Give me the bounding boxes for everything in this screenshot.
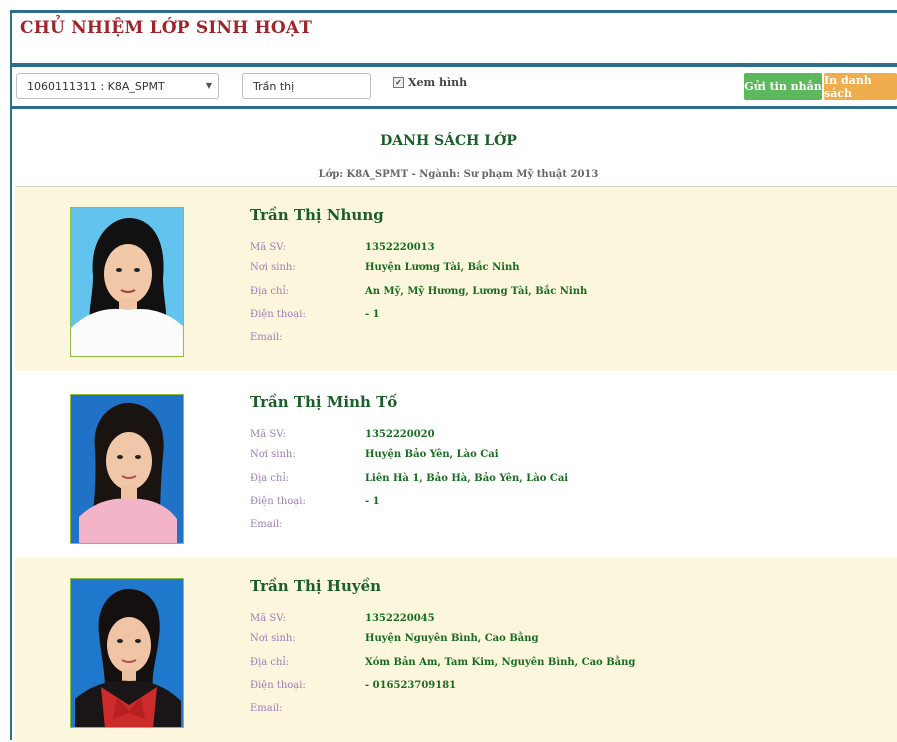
- student-name: Trần Thị Huyền: [250, 577, 382, 595]
- email-label: Email:: [250, 703, 283, 714]
- birthplace-value: Huyện Nguyên Bình, Cao Bằng: [365, 633, 539, 644]
- address-label: Địa chỉ:: [250, 286, 290, 297]
- student-card: Trần Thị Nhung Mã SV: 1352220013 Nơi sin…: [15, 187, 897, 371]
- phone-value: - 1: [365, 309, 380, 320]
- search-input-value: Trần thị: [253, 80, 295, 93]
- list-title: DANH SÁCH LỚP: [380, 133, 517, 149]
- address-value: Liên Hà 1, Bảo Hà, Bảo Yên, Lào Cai: [365, 473, 569, 484]
- birthplace-value: Huyện Bảo Yên, Lào Cai: [365, 449, 499, 460]
- birthplace-label: Nơi sinh:: [250, 262, 296, 273]
- phone-label: Điện thoại:: [250, 680, 306, 691]
- search-input[interactable]: Trần thị: [242, 73, 371, 99]
- address-label: Địa chỉ:: [250, 473, 290, 484]
- student-photo: [70, 207, 184, 357]
- class-select-value: 1060111311 : K8A_SPMT: [27, 80, 165, 93]
- show-photo-label: Xem hình: [408, 76, 468, 89]
- send-message-button[interactable]: Gửi tin nhắn: [744, 73, 822, 100]
- email-label: Email:: [250, 519, 283, 530]
- student-id-label: Mã SV:: [250, 613, 286, 624]
- chevron-down-icon: ▼: [205, 81, 212, 90]
- address-value: Xóm Bản Am, Tam Kim, Nguyên Bình, Cao Bằ…: [365, 657, 636, 668]
- student-card: Trần Thị Minh Tố Mã SV: 1352220020 Nơi s…: [15, 374, 897, 558]
- address-label: Địa chỉ:: [250, 657, 290, 668]
- student-id-value: 1352220013: [365, 242, 435, 253]
- student-card: Trần Thị Huyền Mã SV: 1352220045 Nơi sin…: [15, 558, 897, 742]
- student-list: Trần Thị Nhung Mã SV: 1352220013 Nơi sin…: [15, 186, 897, 742]
- print-list-button[interactable]: In danh sách: [824, 73, 897, 100]
- student-id-label: Mã SV:: [250, 242, 286, 253]
- email-label: Email:: [250, 332, 283, 343]
- phone-label: Điện thoại:: [250, 309, 306, 320]
- student-name: Trần Thị Nhung: [250, 206, 384, 224]
- student-photo: [70, 394, 184, 544]
- class-subtitle: Lớp: K8A_SPMT - Ngành: Sư phạm Mỹ thuật …: [318, 169, 599, 180]
- checkbox-checked-icon[interactable]: ✓: [393, 77, 404, 88]
- address-value: An Mỹ, Mỹ Hương, Lương Tài, Bắc Ninh: [365, 286, 588, 297]
- page-title: CHỦ NHIỆM LỚP SINH HOẠT: [20, 18, 313, 38]
- student-photo: [70, 578, 184, 728]
- birthplace-label: Nơi sinh:: [250, 449, 296, 460]
- phone-value: - 1: [365, 496, 380, 507]
- class-select[interactable]: 1060111311 : K8A_SPMT ▼: [16, 73, 219, 99]
- show-photo-toggle[interactable]: ✓ Xem hình: [393, 76, 467, 89]
- phone-label: Điện thoại:: [250, 496, 306, 507]
- student-id-value: 1352220045: [365, 613, 435, 624]
- phone-value: - 016523709181: [365, 680, 457, 691]
- student-name: Trần Thị Minh Tố: [250, 393, 398, 411]
- birthplace-label: Nơi sinh:: [250, 633, 296, 644]
- student-id-label: Mã SV:: [250, 429, 286, 440]
- student-id-value: 1352220020: [365, 429, 435, 440]
- birthplace-value: Huyện Lương Tài, Bắc Ninh: [365, 262, 520, 273]
